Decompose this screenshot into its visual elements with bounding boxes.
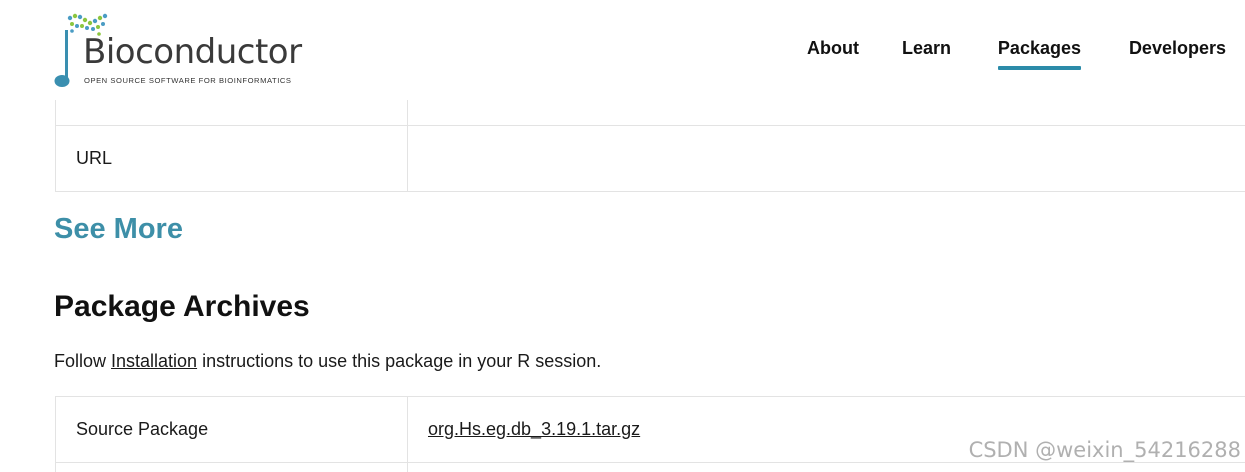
installation-intro: Follow Installation instructions to use … <box>54 351 601 372</box>
watermark-text: CSDN @weixin_54216288 <box>968 438 1241 462</box>
source-package-link[interactable]: org.Hs.eg.db_3.19.1.tar.gz <box>428 419 640 440</box>
row-label <box>56 100 408 125</box>
row-value <box>408 463 1245 472</box>
row-label-source-package: Source Package <box>56 397 408 462</box>
table-row: URL <box>56 126 1245 192</box>
row-label-url: URL <box>56 126 408 191</box>
bioconductor-logo[interactable]: Bioconductor OPEN SOURCE SOFTWARE FOR BI… <box>52 12 322 92</box>
row-value-url <box>408 126 1245 191</box>
table-row <box>56 463 1245 472</box>
installation-link[interactable]: Installation <box>111 351 197 371</box>
nav-packages[interactable]: Packages <box>997 38 1082 70</box>
intro-text-before: Follow <box>54 351 112 371</box>
table-row <box>56 100 1245 126</box>
row-label <box>56 463 408 472</box>
row-value <box>408 100 1245 125</box>
intro-text-after: instructions to use this package in your… <box>197 351 602 371</box>
site-header: Bioconductor OPEN SOURCE SOFTWARE FOR BI… <box>0 0 1245 100</box>
logo-tagline: OPEN SOURCE SOFTWARE FOR BIOINFORMATICS <box>84 76 292 85</box>
nav-developers[interactable]: Developers <box>1129 38 1226 59</box>
logo-name: Bioconductor <box>83 32 302 72</box>
nav-learn[interactable]: Learn <box>902 38 951 59</box>
package-archives-heading: Package Archives <box>54 290 310 323</box>
nav-about[interactable]: About <box>807 38 859 59</box>
see-more-link[interactable]: See More <box>54 213 183 246</box>
package-details-table: URL <box>55 100 1245 192</box>
